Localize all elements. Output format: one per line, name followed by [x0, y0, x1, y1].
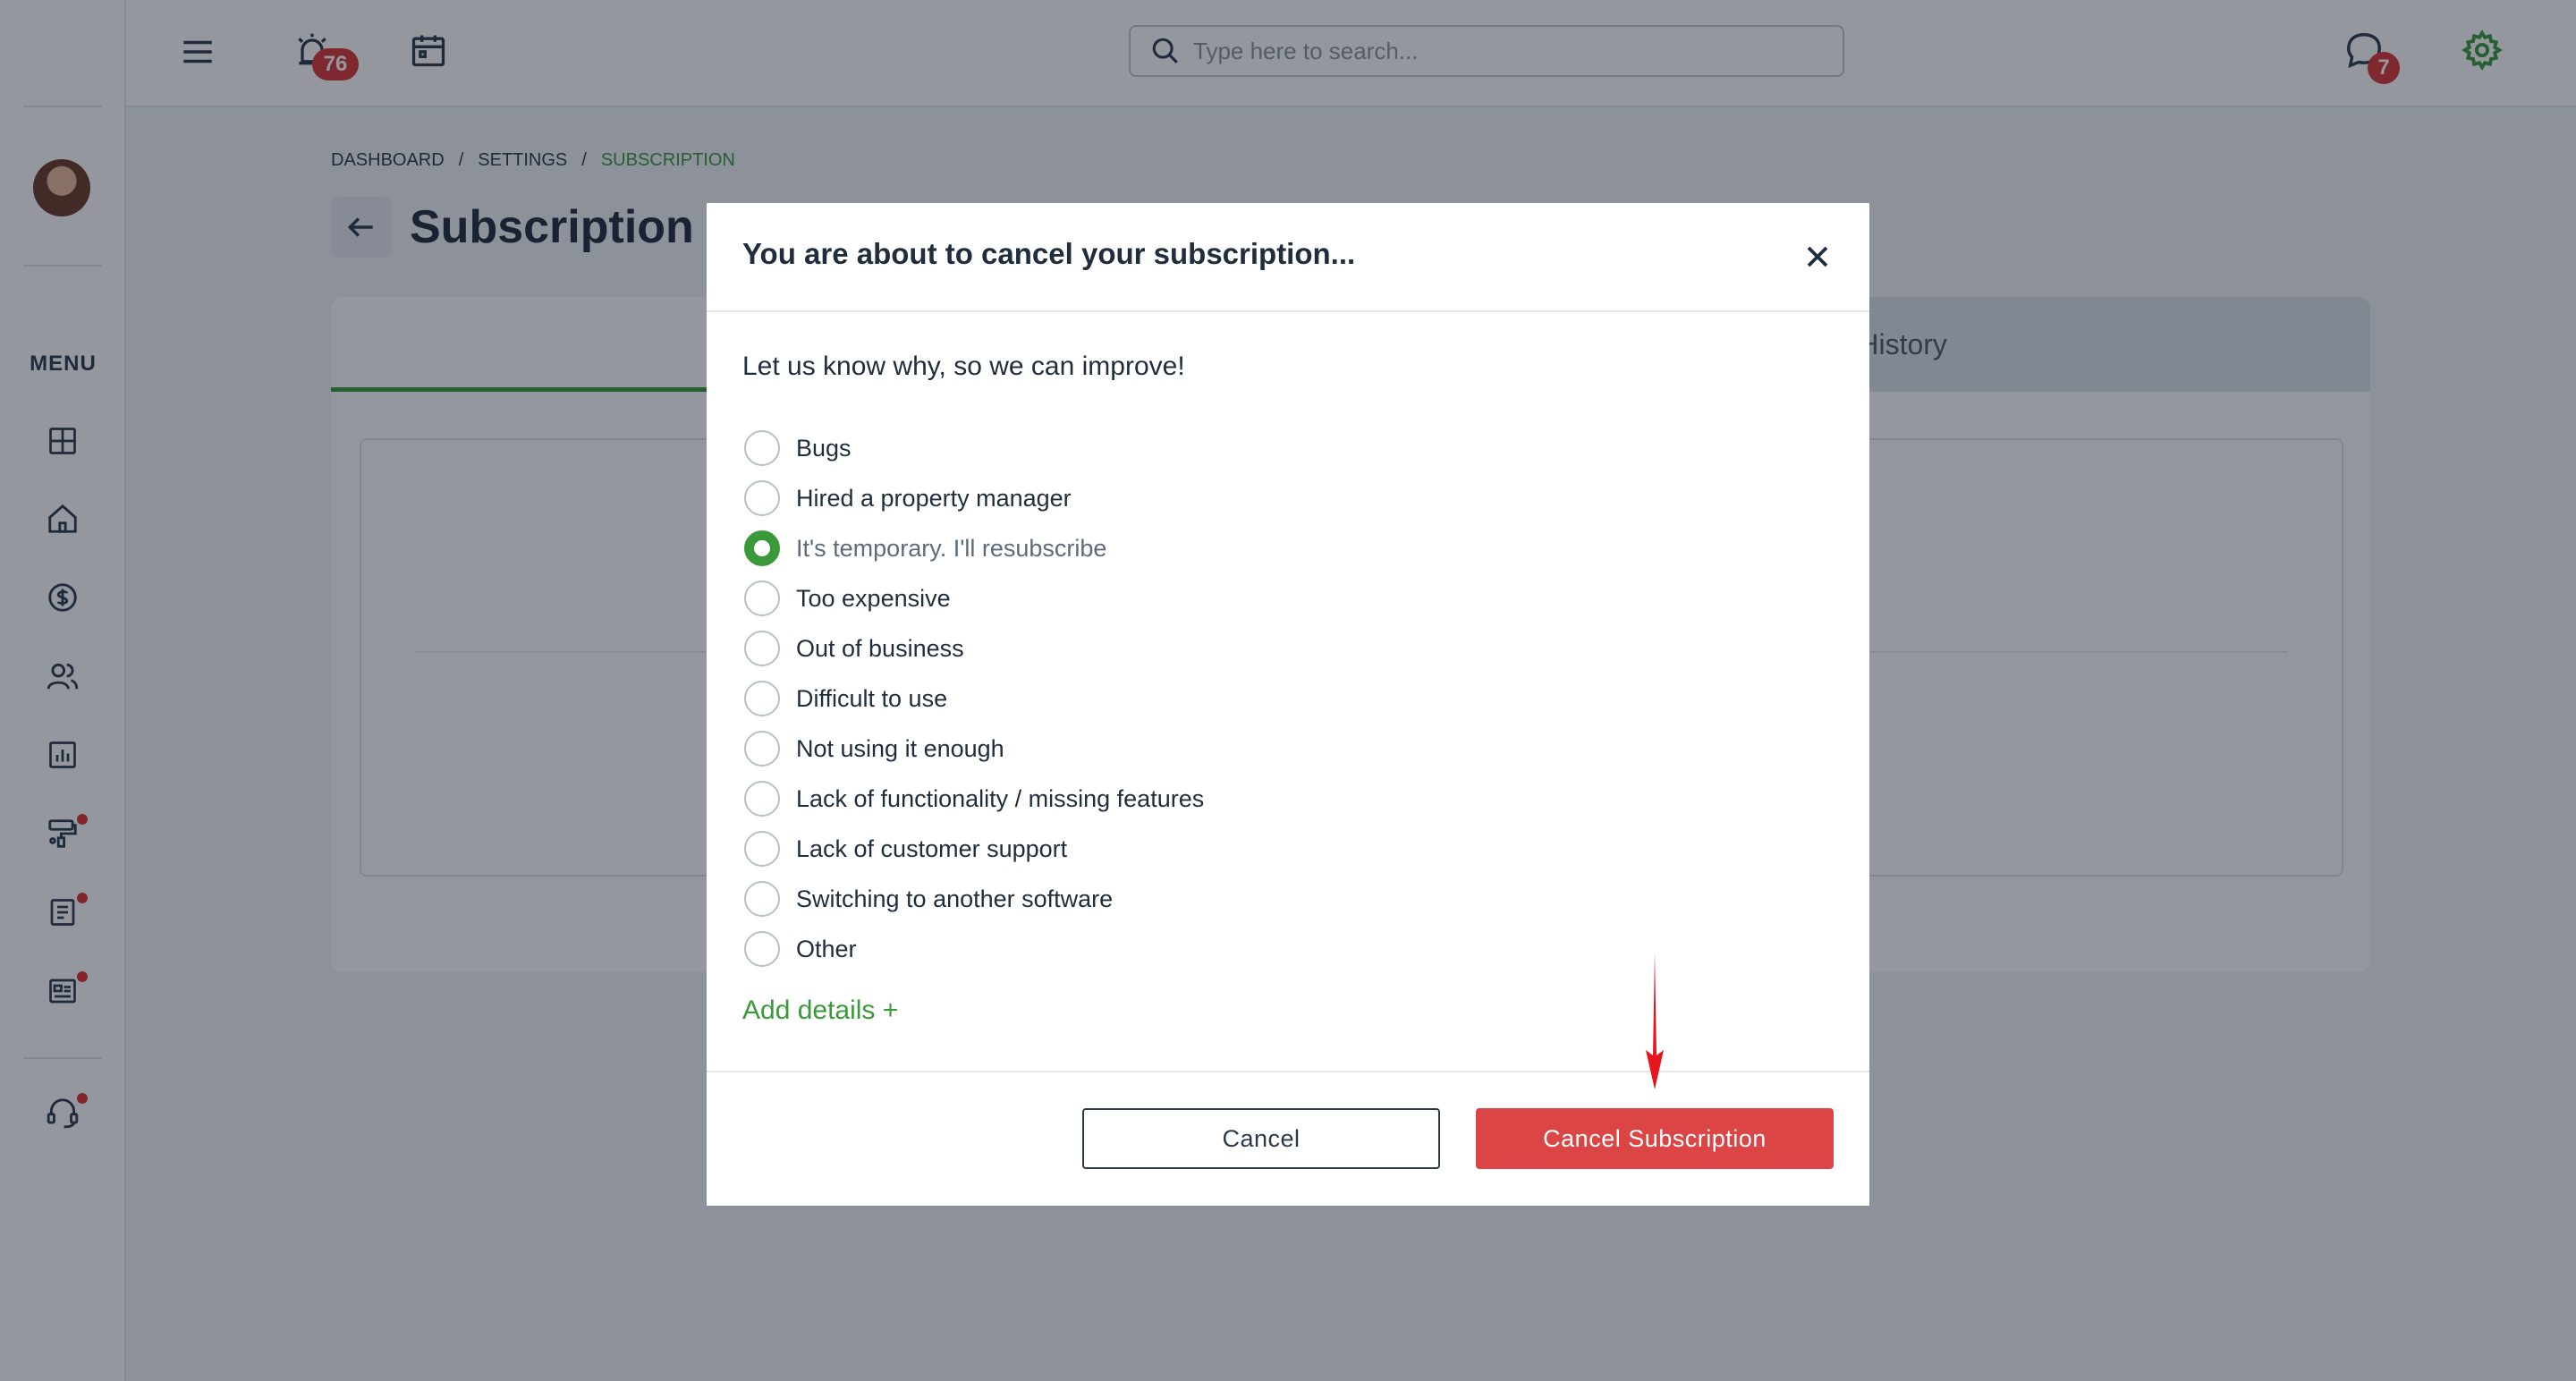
- close-button[interactable]: [1800, 239, 1835, 275]
- reason-label: Not using it enough: [796, 734, 1004, 762]
- reason-label: Other: [796, 935, 857, 962]
- reason-option-too-expensive[interactable]: Too expensive: [744, 579, 1549, 618]
- reason-option-switching[interactable]: Switching to another software: [744, 879, 1549, 919]
- reason-option-missing-features[interactable]: Lack of functionality / missing features: [744, 779, 1549, 818]
- cancel-subscription-dialog: You are about to cancel your subscriptio…: [707, 203, 1869, 1206]
- reason-label: Lack of customer support: [796, 835, 1068, 862]
- annotation-arrow-icon: [1646, 953, 1664, 1089]
- reason-label: It's temporary. I'll resubscribe: [796, 534, 1107, 562]
- radio-button[interactable]: [744, 480, 780, 516]
- radio-button[interactable]: [744, 881, 780, 917]
- dialog-header: You are about to cancel your subscriptio…: [707, 203, 1869, 312]
- reason-label: Too expensive: [796, 584, 951, 612]
- dialog-footer-divider: [707, 1071, 1869, 1072]
- reason-label: Difficult to use: [796, 684, 948, 712]
- reason-label: Hired a property manager: [796, 484, 1072, 512]
- reason-option-out-of-business[interactable]: Out of business: [744, 629, 1549, 668]
- radio-button[interactable]: [744, 580, 780, 616]
- reason-option-difficult[interactable]: Difficult to use: [744, 679, 1549, 718]
- radio-button[interactable]: [744, 731, 780, 767]
- reason-option-other[interactable]: Other: [744, 929, 1549, 969]
- cancel-button[interactable]: Cancel: [1082, 1108, 1440, 1169]
- radio-button-selected[interactable]: [744, 530, 780, 566]
- dialog-subtitle: Let us know why, so we can improve!: [742, 352, 1185, 381]
- reason-option-bugs[interactable]: Bugs: [744, 428, 1549, 468]
- radio-button[interactable]: [744, 631, 780, 666]
- reason-label: Bugs: [796, 434, 852, 462]
- reason-option-support[interactable]: Lack of customer support: [744, 829, 1549, 868]
- reason-option-temporary[interactable]: It's temporary. I'll resubscribe: [744, 529, 1549, 568]
- radio-button[interactable]: [744, 430, 780, 466]
- cancel-subscription-button[interactable]: Cancel Subscription: [1476, 1108, 1834, 1169]
- radio-button[interactable]: [744, 781, 780, 817]
- reason-label: Lack of functionality / missing features: [796, 784, 1205, 812]
- reason-option-not-using[interactable]: Not using it enough: [744, 729, 1549, 768]
- radio-button[interactable]: [744, 931, 780, 967]
- close-icon: [1807, 246, 1828, 267]
- radio-button[interactable]: [744, 831, 780, 867]
- add-details-link[interactable]: Add details +: [742, 996, 898, 1026]
- dialog-title: You are about to cancel your subscriptio…: [742, 237, 1356, 270]
- reason-label: Switching to another software: [796, 885, 1114, 912]
- radio-button[interactable]: [744, 681, 780, 716]
- reason-option-property-manager[interactable]: Hired a property manager: [744, 479, 1549, 518]
- reason-label: Out of business: [796, 634, 964, 662]
